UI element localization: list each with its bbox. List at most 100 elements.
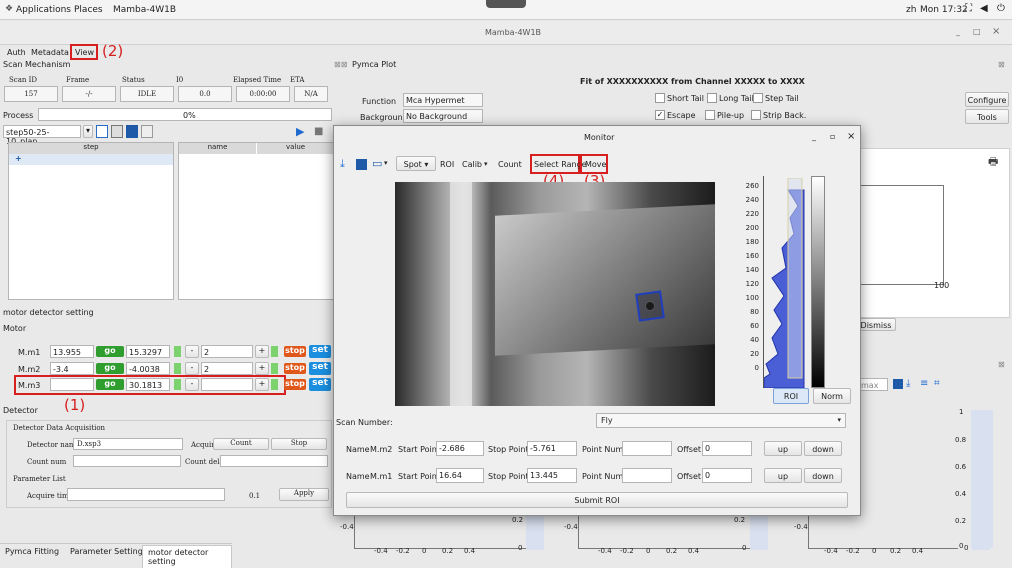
function-select[interactable]: Mca Hypermet [403, 93, 483, 107]
go-button[interactable]: go [96, 346, 124, 357]
dock-float-icon-2[interactable]: ⊠ [998, 360, 1005, 369]
tools-button[interactable]: Tools [965, 109, 1009, 124]
menu-view[interactable]: View [70, 44, 98, 60]
strip-back-checkbox[interactable] [751, 110, 761, 120]
save-plot-icon[interactable] [893, 379, 903, 389]
start-point-input[interactable]: 16.64 [436, 468, 484, 483]
count-menu[interactable]: Count [498, 160, 522, 169]
apply-button[interactable]: Apply [279, 488, 329, 501]
stop-point-input[interactable]: 13.445 [527, 468, 577, 483]
long-tail-checkbox[interactable] [707, 93, 717, 103]
roi-toggle-button[interactable]: ROI [773, 388, 809, 404]
crop-icon[interactable]: ⌗ [934, 378, 940, 389]
open-file-icon[interactable] [111, 125, 123, 138]
spot-button[interactable]: Spot ▾ [396, 156, 436, 171]
plan-step-table[interactable]: step + [8, 142, 174, 300]
stop-button[interactable]: Stop [271, 438, 327, 450]
offset-input[interactable]: 0 [702, 441, 752, 456]
dismiss-button[interactable]: Dismiss [856, 318, 896, 331]
go-button[interactable]: go [96, 363, 124, 374]
step-size-input[interactable]: 2 [201, 345, 253, 358]
grid-icon[interactable]: ≡ [920, 378, 928, 389]
move-button[interactable]: Move [580, 154, 608, 174]
user-name[interactable]: zh [906, 5, 916, 15]
calib-menu[interactable]: Calib [462, 160, 482, 169]
step-plus-button[interactable]: + [255, 345, 269, 358]
point-num-input[interactable] [622, 468, 672, 483]
name-column-header[interactable]: name [179, 143, 256, 154]
motor-set-button[interactable]: set [309, 362, 331, 375]
calib-dropdown-icon[interactable]: ▾ [484, 160, 488, 168]
detector-name-select[interactable]: D.xsp3 [73, 438, 183, 450]
print-icon[interactable]: 🖶 [988, 153, 998, 172]
monitor-minimize-button[interactable]: _ [812, 132, 816, 141]
pile-up-checkbox[interactable] [705, 110, 715, 120]
count-num-input[interactable] [73, 455, 181, 467]
scan-number-select[interactable]: Fly ▾ [596, 413, 846, 428]
close-button[interactable]: × [992, 26, 1000, 37]
up-button[interactable]: up [764, 468, 802, 483]
background-select[interactable]: No Background [403, 109, 483, 123]
motor-target-input[interactable] [50, 378, 94, 391]
fit-plot-area[interactable]: 🖶 100 [857, 148, 1010, 318]
dock-float-icon[interactable]: ⊠⊠ [334, 60, 347, 69]
activities-handle[interactable] [486, 0, 526, 8]
motor-stop-button[interactable]: stop [284, 379, 306, 390]
save-icon[interactable] [356, 159, 367, 170]
volume-icon[interactable]: ◀ [980, 3, 988, 14]
max-input[interactable]: max [858, 378, 888, 391]
menu-auth[interactable]: Auth [7, 48, 26, 57]
norm-toggle-button[interactable]: Norm [813, 388, 851, 404]
network-icon[interactable]: ⛶ [965, 3, 972, 14]
acquire-time-input[interactable] [67, 488, 225, 501]
count-delay-input[interactable] [220, 455, 328, 467]
step-size-input[interactable]: 2 [201, 362, 253, 375]
step-minus-button[interactable]: - [185, 378, 199, 391]
tab-parameter-setting[interactable]: Parameter Setting [70, 547, 143, 556]
maximize-button[interactable]: □ [973, 27, 981, 36]
motor-set-button[interactable]: set [309, 378, 331, 391]
stop-icon[interactable]: ■ [314, 126, 323, 137]
motor-target-input[interactable]: 13.955 [50, 345, 94, 358]
step-plus-button[interactable]: + [255, 378, 269, 391]
display-dropdown-icon[interactable]: ▾ [384, 159, 388, 167]
new-file-icon[interactable] [96, 125, 108, 138]
monitor-maximize-button[interactable]: ▫ [830, 132, 835, 141]
stop-point-input[interactable]: -5.761 [527, 441, 577, 456]
motor-stop-button[interactable]: stop [284, 363, 306, 374]
apps-menu-icon[interactable]: ❖ [5, 4, 13, 14]
offset-input[interactable]: 0 [702, 468, 752, 483]
plan-dropdown-icon[interactable]: ▾ [83, 125, 93, 138]
motor-target-input[interactable]: -3.4 [50, 362, 94, 375]
short-tail-checkbox[interactable] [655, 93, 665, 103]
places-menu[interactable]: Places [74, 5, 103, 15]
step-minus-button[interactable]: - [185, 362, 199, 375]
tab-motor-detector-setting[interactable]: motor detector setting [142, 545, 232, 568]
menu-metadata[interactable]: Metadata [31, 48, 69, 57]
add-step-button[interactable]: + [9, 154, 173, 165]
step-tail-checkbox[interactable] [753, 93, 763, 103]
minimize-button[interactable]: _ [956, 27, 960, 36]
download-icon[interactable]: ⤓ [906, 378, 910, 389]
count-button[interactable]: Count [213, 438, 269, 450]
step-size-input[interactable] [201, 378, 253, 391]
save-icon[interactable] [126, 125, 138, 138]
run-icon[interactable]: ▶ [296, 125, 304, 138]
active-app-name[interactable]: Mamba-4W1B [113, 5, 176, 15]
start-point-input[interactable]: -2.686 [436, 441, 484, 456]
motor-set-button[interactable]: set [309, 345, 331, 358]
motor-stop-button[interactable]: stop [284, 346, 306, 357]
plan-select[interactable]: step50-25-10_plan [3, 125, 81, 146]
dock-float-icon-right[interactable]: ⊠ [998, 60, 1005, 69]
plan-param-table[interactable]: name value [178, 142, 334, 300]
tab-pymca-fitting[interactable]: Pymca Fitting [5, 547, 59, 556]
download-icon[interactable]: ⤓ [340, 157, 345, 171]
down-button[interactable]: down [804, 441, 842, 456]
display-icon[interactable]: ▭ [372, 157, 382, 170]
clock[interactable]: Mon 17:32 [920, 5, 968, 15]
step-column-header[interactable]: step [9, 143, 173, 154]
submit-roi-button[interactable]: Submit ROI [346, 492, 848, 508]
copy-icon[interactable] [141, 125, 153, 138]
step-plus-button[interactable]: + [255, 362, 269, 375]
escape-checkbox[interactable]: ✓ [655, 110, 665, 120]
